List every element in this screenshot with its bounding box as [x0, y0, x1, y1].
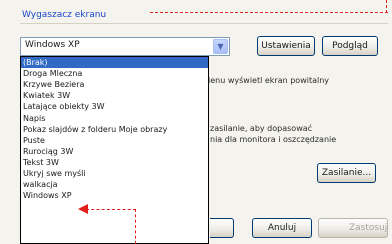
list-item[interactable]: Windows XP — [21, 190, 208, 201]
annotation-arrow-line — [86, 209, 136, 210]
list-item[interactable]: Latające obiekty 3W — [21, 101, 208, 112]
preview-button[interactable]: Podgląd — [322, 36, 378, 56]
list-item[interactable]: Kwiatek 3W — [21, 90, 208, 101]
cancel-button[interactable]: Anuluj — [252, 218, 312, 238]
screensaver-group-title: Wygaszacz ekranu — [22, 10, 107, 20]
settings-button[interactable]: Ustawienia — [257, 36, 315, 56]
resume-label: ienu wyświetl ekran powitalny — [208, 76, 330, 85]
screensaver-combobox[interactable]: Windows XP ▼ — [20, 37, 230, 56]
list-item[interactable]: Puste — [21, 135, 208, 146]
list-item[interactable]: (Brak) — [21, 57, 208, 69]
annotation-dashed-line-right — [386, 0, 387, 13]
group-divider — [20, 23, 388, 24]
annotation-dashed-line-top — [150, 12, 388, 13]
apply-button[interactable]: Zastosuj — [318, 218, 388, 238]
chevron-down-icon[interactable]: ▼ — [213, 39, 228, 54]
annotation-arrow-stem — [135, 209, 136, 244]
ok-button[interactable] — [210, 218, 234, 238]
list-item[interactable]: walkacja — [21, 179, 208, 190]
list-item[interactable]: Pokaz slajdów z folderu Moje obrazy — [21, 124, 208, 135]
list-item[interactable]: Ukryj swe myśli — [21, 168, 208, 179]
power-button[interactable]: Zasilanie... — [317, 163, 376, 183]
power-text-line1: zasilanie, aby dopasować — [210, 124, 313, 133]
list-item[interactable]: Rurociąg 3W — [21, 146, 208, 157]
combobox-value: Windows XP — [25, 40, 80, 50]
list-item[interactable]: Droga Mleczna — [21, 68, 208, 79]
list-item[interactable]: Krzywe Beziera — [21, 79, 208, 90]
list-item[interactable]: Napis — [21, 113, 208, 124]
power-text-line2: nia dla monitora i oszczędzanie — [210, 135, 337, 144]
screensaver-dropdown-list[interactable]: (Brak) Droga Mleczna Krzywe Beziera Kwia… — [20, 56, 209, 244]
list-item[interactable]: Tekst 3W — [21, 157, 208, 168]
